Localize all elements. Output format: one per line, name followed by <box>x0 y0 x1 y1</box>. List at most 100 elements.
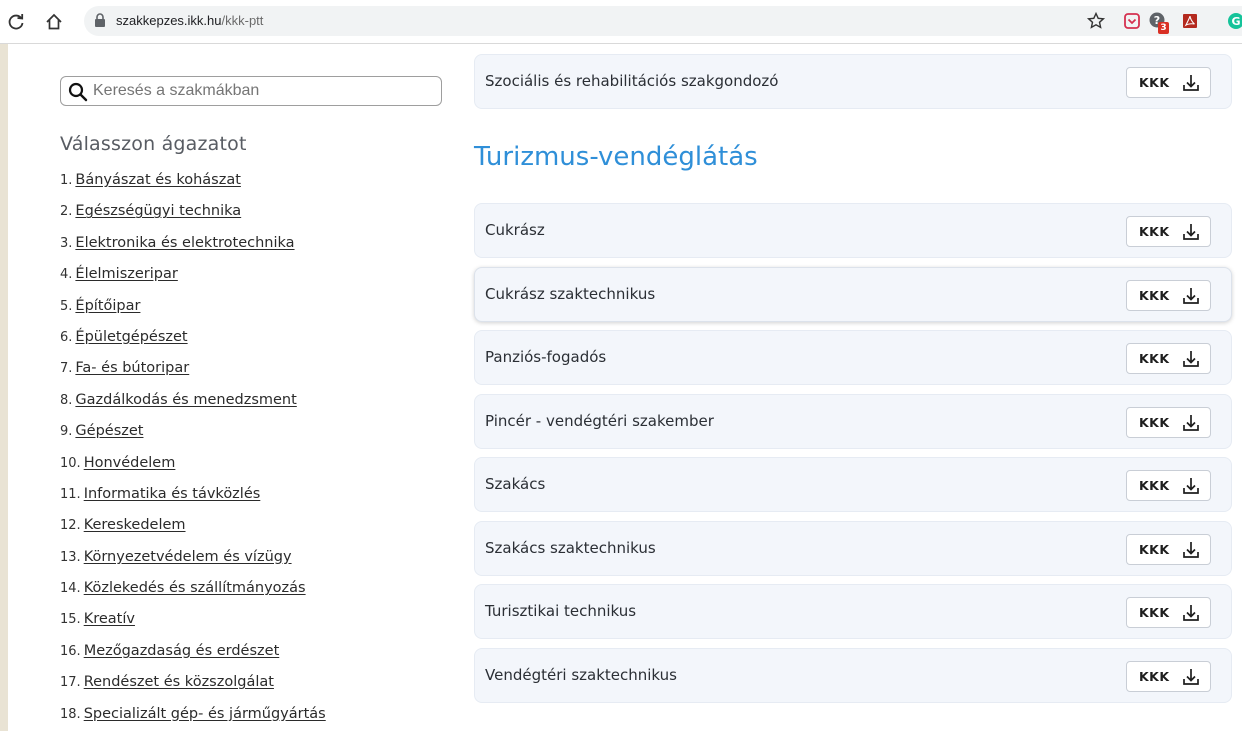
qualification-row: Panziós-fogadós KKK <box>474 330 1232 385</box>
qualification-name: Panziós-fogadós <box>485 348 607 366</box>
kkk-download-label: KKK <box>1139 478 1170 493</box>
sector-list-item: 7. Fa- és bútoripar <box>60 358 326 389</box>
sector-list-item: 4. Élelmiszeripar <box>60 264 326 295</box>
search-input[interactable] <box>93 80 433 102</box>
sector-link[interactable]: Környezetvédelem és vízügy <box>84 549 292 565</box>
qualification-name: Szakács szaktechnikus <box>485 538 656 557</box>
kkk-download-label: KKK <box>1139 75 1170 90</box>
sector-list-item: 10. Honvédelem <box>60 453 326 484</box>
sector-number: 9. <box>60 424 73 440</box>
qualification-row: Turisztikai technikus KKK <box>474 584 1232 639</box>
qualification-name: Cukrász szaktechnikus <box>485 284 656 303</box>
grammarly-extension-icon[interactable]: G <box>1226 11 1242 31</box>
download-icon <box>1183 668 1199 685</box>
sector-number: 11. <box>60 486 81 502</box>
qualification-row: Szakács KKK <box>474 457 1232 512</box>
kkk-download-button[interactable]: KKK <box>1126 660 1211 692</box>
sector-list-item: 13. Környezetvédelem és vízügy <box>60 547 326 578</box>
sector-list-item: 14. Közlekedés és szállítmányozás <box>60 578 326 609</box>
sector-list: 1. Bányászat és kohászat 2. Egészségügyi te… <box>60 170 326 731</box>
sector-number: 2. <box>60 204 73 220</box>
search-icon <box>68 82 88 102</box>
pocket-extension-icon[interactable] <box>1122 11 1142 31</box>
kkk-download-button[interactable]: KKK <box>1126 597 1211 628</box>
kkk-download-button[interactable]: KKK <box>1126 533 1211 565</box>
qualification-row: Szakács szaktechnikus KKK <box>474 520 1232 576</box>
kkk-download-button[interactable]: KKK <box>1126 470 1211 501</box>
reload-icon[interactable] <box>6 12 26 32</box>
sector-link[interactable]: Épületgépészet <box>75 329 187 345</box>
sector-link[interactable]: Fa- és bútoripar <box>75 360 189 376</box>
sector-number: 6. <box>60 329 73 345</box>
kkk-download-button[interactable]: KKK <box>1126 343 1211 374</box>
notification-badge: 3 <box>1158 22 1169 34</box>
sector-link[interactable]: Gépészet <box>75 423 143 439</box>
sector-number: 5. <box>60 298 73 314</box>
sector-number: 17. <box>60 675 81 691</box>
sector-list-item: 2. Egészségügyi technika <box>60 201 326 232</box>
download-icon <box>1183 541 1199 558</box>
kkk-download-button[interactable]: KKK <box>1126 406 1211 438</box>
kkk-download-label: KKK <box>1139 541 1170 557</box>
sector-list-item: 3. Elektronika és elektrotechnika <box>60 233 326 264</box>
sector-number: 16. <box>60 643 81 659</box>
browser-toolbar: szakkepzes.ikk.hu/kkk-ptt ? 3 G <box>0 0 1242 44</box>
address-text[interactable]: szakkepzes.ikk.hu/kkk-ptt <box>116 13 263 28</box>
sector-link[interactable]: Specializált gép- és járműgyártás <box>84 706 326 722</box>
home-icon[interactable] <box>44 12 64 32</box>
sector-list-item: 9. Gépészet <box>60 421 326 452</box>
qualification-row: Cukrász szaktechnikus KKK <box>474 266 1232 322</box>
qualification-name: Pincér - vendégtéri szakember <box>485 411 714 430</box>
kkk-download-label: KKK <box>1139 668 1170 684</box>
sector-list-item: 1. Bányászat és kohászat <box>60 170 326 201</box>
qualification-row: Vendégtéri szaktechnikus KKK <box>474 647 1232 703</box>
search-box[interactable] <box>60 76 442 106</box>
sector-link[interactable]: Mezőgazdaság és erdészet <box>84 643 280 659</box>
sector-link[interactable]: Kereskedelem <box>84 517 186 533</box>
kkk-download-button[interactable]: KKK <box>1126 216 1211 247</box>
section-title: Turizmus-vendéglátás <box>474 142 758 172</box>
sector-link[interactable]: Gazdálkodás és menedzsment <box>75 392 296 408</box>
qualification-row: Szociális és rehabilitációs szakgondozó … <box>474 54 1232 109</box>
qualification-row: Cukrász KKK <box>474 203 1232 258</box>
sector-number: 12. <box>60 518 81 534</box>
qualification-name: Turisztikai technikus <box>485 602 637 620</box>
qualification-name: Szakács <box>485 475 546 493</box>
sector-link[interactable]: Egészségügyi technika <box>75 203 241 219</box>
sector-number: 14. <box>60 581 81 597</box>
sector-list-item: 18. Specializált gép- és járműgyártás <box>60 704 326 731</box>
sector-link[interactable]: Rendészet és közszolgálat <box>84 674 274 690</box>
download-icon <box>1183 287 1199 304</box>
qualification-row: Pincér - vendégtéri szakember KKK <box>474 393 1232 449</box>
sector-number: 4. <box>60 267 73 283</box>
download-icon <box>1183 414 1199 431</box>
kkk-download-label: KKK <box>1139 605 1170 620</box>
sector-link[interactable]: Élelmiszeripar <box>75 266 177 282</box>
sector-link[interactable]: Honvédelem <box>84 455 176 471</box>
kkk-download-label: KKK <box>1139 287 1170 303</box>
sector-link[interactable]: Elektronika és elektrotechnika <box>75 235 294 251</box>
sector-list-item: 6. Épületgépészet <box>60 327 326 358</box>
sector-number: 1. <box>60 173 73 188</box>
pdf-extension-icon[interactable] <box>1180 11 1200 31</box>
sector-link[interactable]: Közlekedés és szállítmányozás <box>84 580 306 596</box>
sector-link[interactable]: Kreatív <box>84 611 135 627</box>
sector-list-item: 5. Építőipar <box>60 296 326 327</box>
sector-link[interactable]: Építőipar <box>75 298 140 314</box>
kkk-download-label: KKK <box>1139 351 1170 366</box>
sector-number: 3. <box>60 235 73 251</box>
sector-list-item: 12. Kereskedelem <box>60 515 326 546</box>
kkk-download-button[interactable]: KKK <box>1126 279 1211 311</box>
svg-text:G: G <box>1231 15 1240 28</box>
sector-list-item: 8. Gazdálkodás és menedzsment <box>60 390 326 421</box>
page-content: Válasszon ágazatot 1.Bányászat és kohász… <box>8 44 1242 731</box>
sector-link[interactable]: Informatika és távközlés <box>84 486 261 502</box>
kkk-download-button[interactable]: KKK <box>1126 67 1211 98</box>
sector-number: 10. <box>60 455 81 471</box>
download-icon <box>1183 478 1199 494</box>
sector-list-item: 11. Informatika és távközlés <box>60 484 326 515</box>
bookmark-star-icon[interactable] <box>1086 11 1106 31</box>
sector-link[interactable]: Bányászat és kohászat <box>75 172 240 188</box>
qualification-name: Cukrász <box>485 221 545 239</box>
download-icon <box>1183 605 1199 621</box>
